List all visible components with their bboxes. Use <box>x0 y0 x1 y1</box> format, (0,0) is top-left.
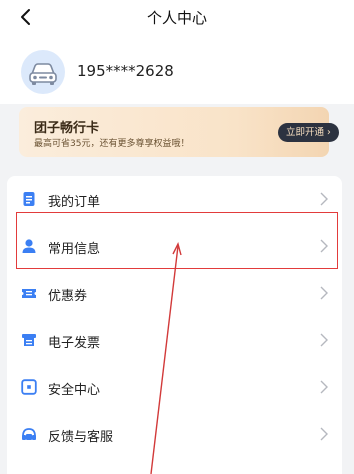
activate-now-button[interactable]: 立即开通 › <box>278 123 339 142</box>
chevron-right-icon <box>320 192 328 206</box>
page-title: 个人中心 <box>146 9 207 27</box>
car-icon <box>29 63 57 85</box>
service-phone-icon <box>22 428 36 440</box>
order-doc-icon <box>23 192 35 206</box>
vip-card-subtitle: 最高可省35元，还有更多尊享权益哦！ <box>34 139 190 149</box>
vip-card-title: 团子畅行卡 <box>34 121 100 136</box>
profile-section[interactable]: 195****2628 <box>0 34 354 104</box>
menu-item-label: 优惠券 <box>48 289 88 304</box>
chevron-right-icon <box>320 427 328 441</box>
menu-item-e-invoice[interactable]: 电子发票 <box>7 317 342 364</box>
menu-item-label: 我的订单 <box>48 195 101 210</box>
avatar[interactable] <box>21 50 65 94</box>
phone-number: 195****2628 <box>77 62 174 80</box>
shield-icon <box>21 379 37 395</box>
menu-item-label: 安全中心 <box>48 383 101 398</box>
chevron-right-icon <box>320 286 328 300</box>
vip-card-banner[interactable]: 团子畅行卡 最高可省35元，还有更多尊享权益哦！ 立即开通 › <box>19 107 339 157</box>
menu-item-label: 电子发票 <box>48 336 101 351</box>
highlight-box <box>16 212 338 269</box>
menu-item-coupons[interactable]: 优惠券 <box>7 270 342 317</box>
chevron-right-icon <box>320 333 328 347</box>
top-bar: 个人中心 <box>0 0 354 34</box>
invoice-icon <box>22 334 36 346</box>
menu-item-feedback-service[interactable]: 反馈与客服 <box>7 411 342 458</box>
menu-item-label: 反馈与客服 <box>48 430 114 445</box>
chevron-right-icon <box>320 380 328 394</box>
menu-item-security-center[interactable]: 安全中心 <box>7 364 342 411</box>
coupon-icon <box>22 289 36 298</box>
